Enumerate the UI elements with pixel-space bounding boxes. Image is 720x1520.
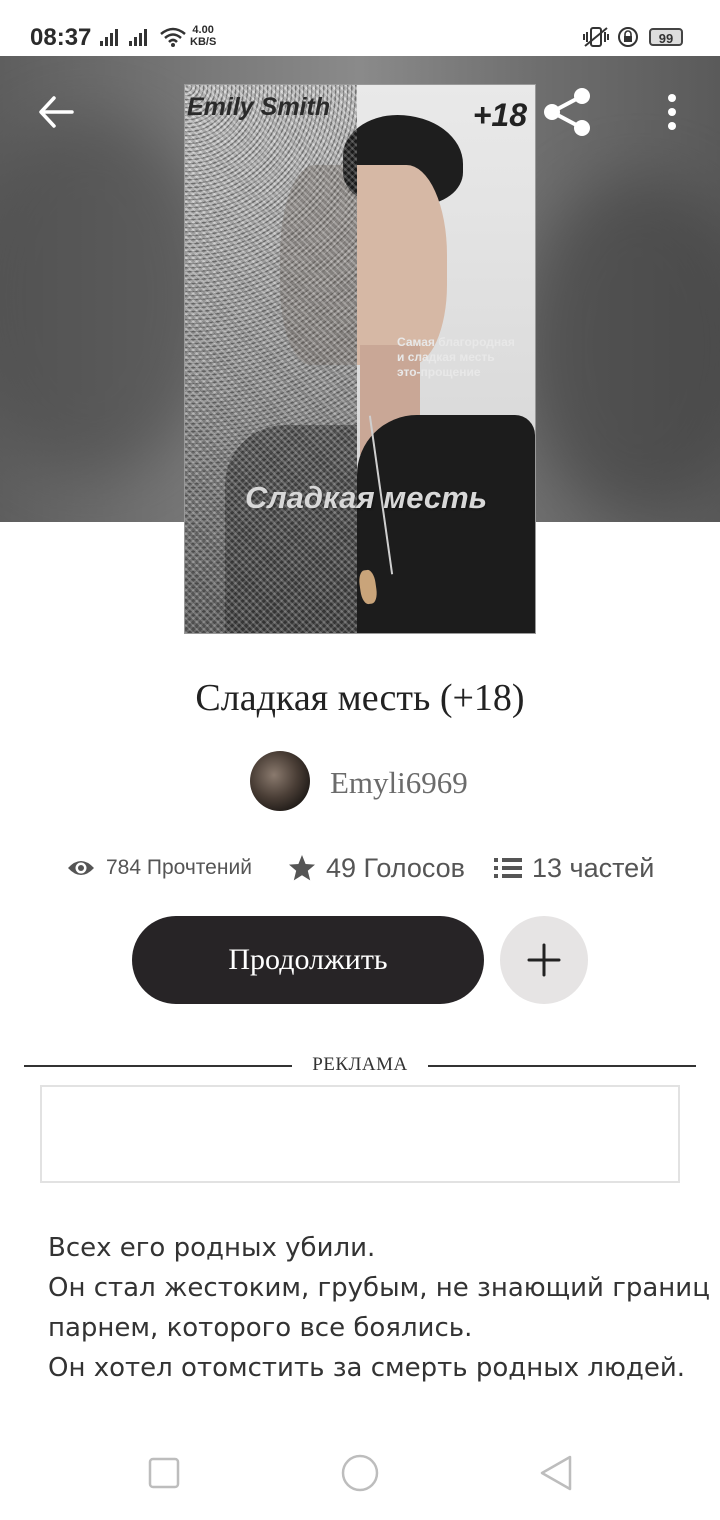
circle-icon — [341, 1454, 379, 1492]
votes-count: 49 Голосов — [326, 852, 466, 883]
triangle-back-icon — [540, 1455, 572, 1491]
story-title: Сладкая месть (+18) — [195, 677, 525, 719]
cover-quote: Самая благородная и сладкая месть это-пр… — [397, 335, 515, 379]
signal-icon — [100, 29, 118, 46]
square-icon — [148, 1457, 180, 1489]
book-cover: Emily Smith +18 Самая благородная и слад… — [185, 85, 535, 633]
list-icon — [494, 858, 522, 878]
continue-reading-button[interactable]: Продолжить — [132, 916, 484, 1004]
author-avatar[interactable] — [250, 751, 310, 811]
story-description: Всех его родных убили. Он стал жестоким,… — [48, 1228, 710, 1388]
nav-back-button[interactable] — [538, 1454, 574, 1497]
more-vertical-icon — [668, 94, 676, 130]
system-nav-bar — [0, 1430, 720, 1520]
ad-banner[interactable] — [40, 1085, 680, 1183]
home-button[interactable] — [340, 1453, 380, 1498]
arrow-left-icon — [39, 96, 74, 128]
description-line: Он стал жестоким, грубым, не знающий гра… — [48, 1273, 710, 1303]
status-time: 08:37 — [30, 24, 92, 51]
lock-rotation-icon — [618, 27, 638, 47]
story-stats: 784 Прочтений 49 Голосов 13 частей — [0, 846, 720, 890]
net-speed-unit: KB/S — [190, 36, 217, 48]
share-icon — [544, 88, 590, 136]
recents-button[interactable] — [148, 1457, 180, 1494]
battery-indicator: 99 — [649, 28, 683, 46]
cover-title: Сладкая месть — [245, 480, 488, 515]
ad-label: РЕКЛАМА — [312, 1054, 408, 1075]
net-speed: 4.00 KB/S — [190, 24, 216, 48]
plus-icon — [527, 943, 561, 977]
signal-icon-2 — [129, 29, 147, 46]
share-button[interactable] — [542, 86, 594, 143]
reads-stat: 784 Прочтений — [66, 846, 252, 890]
author-name[interactable]: Emyli6969 — [330, 765, 468, 801]
add-to-library-button[interactable] — [500, 916, 588, 1004]
description-line: Всех его родных убили. — [48, 1233, 376, 1263]
eye-icon — [68, 861, 94, 875]
description-line: парнем, которого все боялись. — [48, 1313, 473, 1343]
vibrate-icon — [583, 27, 609, 47]
reads-count: 784 Прочтений — [106, 856, 252, 879]
more-options-button[interactable] — [660, 92, 684, 137]
cover-age-rating: +18 — [472, 97, 527, 133]
cover-author: Emily Smith — [187, 93, 331, 121]
wifi-icon — [160, 27, 186, 47]
net-speed-value: 4.00 — [192, 24, 214, 36]
parts-stat: 13 частей — [494, 846, 654, 890]
back-button[interactable] — [36, 92, 76, 137]
description-line: Он хотел отомстить за смерть родных люде… — [48, 1353, 686, 1383]
parts-count: 13 частей — [532, 852, 655, 883]
star-icon — [289, 855, 315, 881]
votes-stat: 49 Голосов — [288, 846, 465, 890]
status-bar: 08:37 4.00 KB/S 99 — [0, 0, 720, 56]
